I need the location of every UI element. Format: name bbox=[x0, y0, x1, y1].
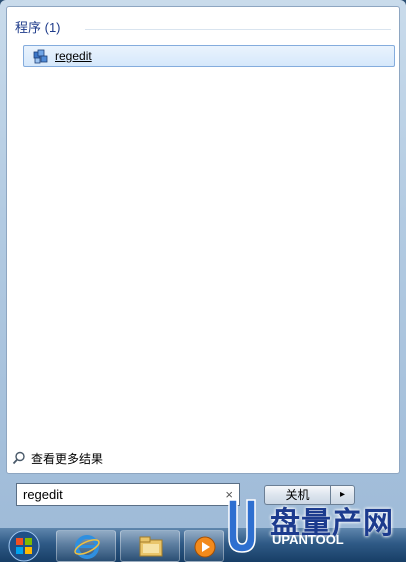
watermark-u-icon bbox=[228, 499, 256, 553]
internet-explorer-icon bbox=[74, 535, 100, 559]
windows-orb-icon[interactable] bbox=[4, 529, 44, 562]
see-more-results-link[interactable]: 查看更多结果 bbox=[12, 449, 103, 467]
search-results-panel: 程序 (1) regedit bbox=[6, 6, 400, 474]
programs-section-title: 程序 (1) bbox=[15, 20, 61, 35]
file-explorer-icon bbox=[139, 536, 163, 557]
watermark-logo: 盘量产网 UPANTOOL bbox=[226, 498, 406, 562]
result-label: regedit bbox=[55, 49, 92, 63]
section-divider bbox=[85, 29, 391, 30]
watermark-brand: UPANTOOL bbox=[272, 532, 344, 547]
result-item-regedit[interactable]: regedit bbox=[23, 45, 395, 67]
search-box[interactable]: × bbox=[16, 483, 240, 506]
regedit-icon bbox=[33, 49, 48, 64]
start-menu: 程序 (1) regedit 查看更多结果 × 关机 ▸ bbox=[0, 0, 406, 528]
taskbar-file-explorer[interactable] bbox=[120, 530, 180, 562]
taskbar-media-player[interactable] bbox=[184, 530, 224, 562]
search-input[interactable] bbox=[17, 484, 223, 505]
search-icon bbox=[12, 451, 25, 465]
see-more-results-label: 查看更多结果 bbox=[31, 451, 104, 466]
taskbar-internet-explorer[interactable] bbox=[56, 530, 116, 562]
media-player-icon bbox=[194, 536, 216, 558]
